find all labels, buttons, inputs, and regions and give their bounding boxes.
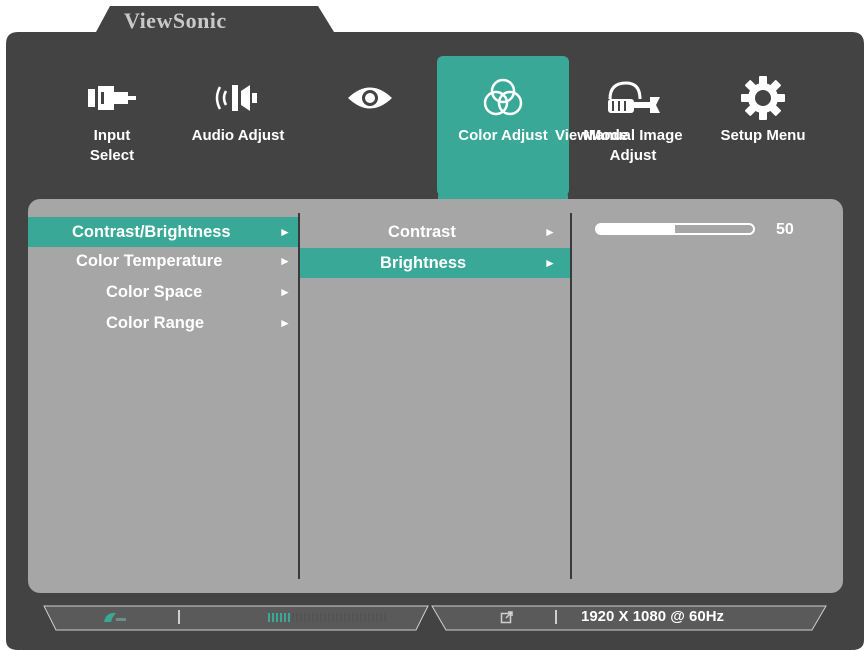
arrow-right-icon: ► — [279, 285, 291, 299]
eco-icon — [102, 610, 128, 629]
signal-bar — [372, 613, 374, 622]
tab-input-select[interactable]: Input Select — [46, 56, 178, 196]
column-divider-2 — [570, 213, 572, 579]
signal-bar — [296, 613, 298, 622]
menu-item-brightness[interactable]: Brightness ► — [300, 248, 570, 278]
signal-bar — [344, 613, 346, 622]
eye-icon — [304, 76, 436, 120]
arrow-right-icon: ► — [279, 254, 291, 268]
menu-item-label: Contrast/Brightness — [72, 223, 231, 241]
signal-bar — [340, 613, 342, 622]
status-bar: 1920 X 1080 @ 60Hz — [50, 604, 820, 630]
tab-label-line1: Color Adjust — [458, 127, 548, 144]
status-separator — [555, 610, 557, 624]
signal-bar — [284, 613, 286, 622]
tab-manual-image-adjust[interactable]: Manual Image Adjust — [567, 56, 699, 196]
resolution-text: 1920 X 1080 @ 60Hz — [581, 608, 725, 625]
osd-window: ViewSonic Input Select Audio Adjust Colo… — [0, 0, 868, 650]
arrow-right-icon: ► — [544, 225, 556, 239]
signal-bar — [268, 613, 270, 622]
signal-bar — [364, 613, 366, 622]
signal-bar — [288, 613, 290, 622]
wrench-hand-icon — [567, 76, 699, 120]
signal-bar — [312, 613, 314, 622]
tab-label-line2: Select — [89, 147, 135, 164]
menu-item-color-space[interactable]: Color Space ► — [28, 277, 298, 307]
menu-item-label: Brightness — [380, 254, 467, 272]
tab-viewmode[interactable] — [304, 56, 436, 196]
menu-item-contrast[interactable]: Contrast ► — [300, 217, 570, 247]
arrow-right-icon: ► — [279, 225, 291, 239]
signal-bar — [328, 613, 330, 622]
speaker-icon — [172, 76, 304, 120]
arrow-right-icon: ► — [544, 256, 556, 270]
external-link-icon — [500, 610, 514, 629]
signal-bar — [324, 613, 326, 622]
tab-label-line1: Manual Image — [583, 127, 683, 144]
tab-label-line1: Input — [93, 127, 131, 144]
menu-item-color-range[interactable]: Color Range ► — [28, 308, 298, 338]
signal-bar — [348, 613, 350, 622]
signal-bar — [360, 613, 362, 622]
signal-bar — [280, 613, 282, 622]
menu-item-label: Color Temperature — [76, 252, 223, 270]
signal-bar — [376, 613, 378, 622]
brand-logo-text: ViewSonic — [124, 8, 227, 33]
signal-bar — [380, 613, 382, 622]
signal-bar — [320, 613, 322, 622]
tab-audio-adjust[interactable]: Audio Adjust — [172, 56, 304, 196]
input-select-icon — [46, 76, 178, 120]
color-circles-icon — [437, 76, 569, 120]
brightness-value: 50 — [776, 221, 794, 238]
menu-item-label: Contrast — [388, 223, 456, 241]
menu-item-color-temperature[interactable]: Color Temperature ► — [28, 246, 298, 276]
tab-color-adjust[interactable]: Color Adjust — [437, 56, 569, 196]
signal-bar — [336, 613, 338, 622]
brightness-slider[interactable] — [595, 223, 755, 235]
slider-fill — [597, 225, 675, 233]
tab-setup-menu[interactable]: Setup Menu — [697, 56, 829, 196]
status-separator — [178, 610, 180, 624]
signal-bar — [292, 613, 294, 622]
signal-bar — [316, 613, 318, 622]
menu-item-label: Color Space — [106, 283, 203, 301]
menu-item-label: Color Range — [106, 314, 205, 332]
arrow-right-icon: ► — [279, 316, 291, 330]
signal-bar — [276, 613, 278, 622]
tab-label-line1: Setup Menu — [720, 127, 806, 144]
signal-bar — [332, 613, 334, 622]
menu-item-contrast-brightness[interactable]: Contrast/Brightness ► — [28, 217, 298, 247]
signal-level-bars — [268, 613, 386, 622]
menu-panel: Contrast/Brightness ► Color Temperature … — [28, 199, 843, 593]
signal-bar — [304, 613, 306, 622]
signal-bar — [308, 613, 310, 622]
signal-bar — [356, 613, 358, 622]
signal-bar — [272, 613, 274, 622]
signal-bar — [384, 613, 386, 622]
signal-bar — [368, 613, 370, 622]
tab-label-line1: Audio Adjust — [191, 127, 285, 144]
signal-bar — [352, 613, 354, 622]
signal-bar — [300, 613, 302, 622]
gear-icon — [697, 76, 829, 120]
tab-label-line2: Adjust — [609, 147, 657, 164]
